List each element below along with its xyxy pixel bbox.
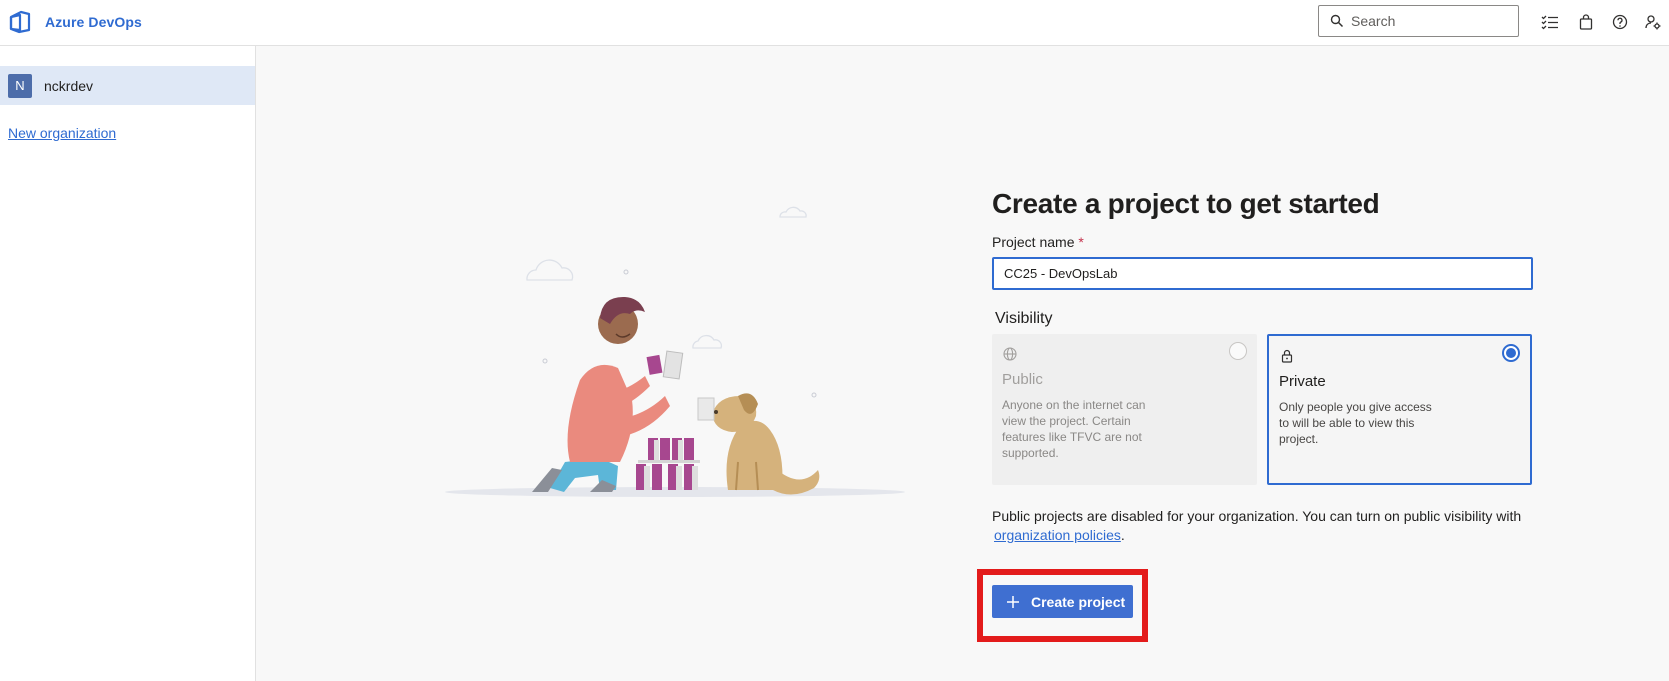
shopping-bag-icon[interactable] [1576,12,1596,32]
top-bar: Azure DevOps [0,0,1669,46]
brand[interactable]: Azure DevOps [8,10,142,34]
visibility-option-public[interactable]: Public Anyone on the internet can view t… [992,334,1257,485]
search-box[interactable] [1318,5,1519,37]
create-project-form: Create a project to get started Project … [992,188,1537,545]
notice-end: . [1120,527,1125,543]
illustration-person-dog-cards [445,206,905,497]
project-name-label-text: Project name [992,234,1075,250]
user-settings-icon[interactable] [1643,12,1663,32]
required-marker: * [1078,234,1084,250]
search-input[interactable] [1351,10,1511,32]
visibility-option-title: Public [1002,371,1043,388]
notice-text: Public projects are disabled for your or… [992,508,1522,524]
create-project-label: Create project [1031,593,1126,610]
visibility-options: Public Anyone on the internet can view t… [992,334,1537,485]
create-project-button[interactable]: Create project [992,585,1133,618]
search-icon [1330,14,1344,28]
visibility-label: Visibility [995,310,1053,327]
visibility-option-title: Private [1279,373,1326,390]
organization-policies-link[interactable]: organization policies [994,527,1121,543]
project-name-input[interactable] [992,257,1533,290]
public-radio[interactable] [1229,342,1247,360]
public-disabled-notice: Public projects are disabled for your or… [992,507,1537,545]
visibility-option-description: Only people you give access to will be a… [1279,400,1432,446]
globe-icon [1003,347,1017,361]
org-avatar: N [8,73,32,98]
azure-devops-logo-icon [9,10,31,34]
private-radio[interactable] [1502,344,1520,362]
task-list-icon[interactable] [1540,12,1560,32]
org-name: nckrdev [44,77,94,94]
visibility-option-description: Anyone on the internet can view the proj… [1002,398,1146,460]
page-title: Create a project to get started [992,188,1380,219]
lock-icon [1281,349,1293,363]
new-organization-link[interactable]: New organization [8,125,116,141]
help-icon[interactable] [1610,12,1630,32]
visibility-option-private[interactable]: Private Only people you give access to w… [1267,334,1532,485]
sidebar: N nckrdev New organization [0,46,256,681]
brand-name: Azure DevOps [45,14,142,30]
project-name-label: Project name * [992,234,1537,250]
sidebar-item-organization[interactable]: N nckrdev [0,66,255,105]
plus-icon [1007,595,1019,608]
